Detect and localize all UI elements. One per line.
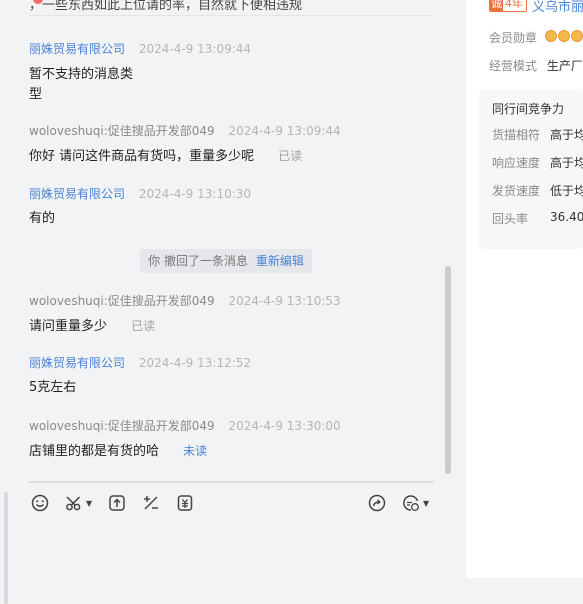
message-time: 2024-4-9 13:30:00	[228, 419, 341, 433]
message-item: woloveshuqi:促佳搜品开发部049 2024-4-9 13:09:44…	[29, 122, 434, 167]
sender-name: woloveshuqi:促佳搜品开发部049	[29, 419, 215, 433]
emoji-icon	[31, 494, 49, 512]
message-item: 丽姝贸易有限公司 2024-4-9 13:12:52 5克左右	[29, 354, 434, 398]
scissors-icon	[66, 496, 81, 511]
member-medal-row: 会员勋章	[489, 29, 537, 46]
left-resize-strip[interactable]	[4, 492, 8, 604]
compete-label: 货描相符	[492, 128, 541, 142]
compete-value: 36.40%	[550, 210, 583, 224]
compete-label: 响应速度	[492, 156, 541, 170]
upload-icon	[109, 495, 125, 511]
medal-icon	[545, 30, 557, 42]
chat-scrollbar[interactable]	[445, 266, 451, 474]
chevron-down-icon: ▼	[423, 498, 430, 508]
message-item: 丽姝贸易有限公司 2024-4-9 13:10:30 有的	[29, 185, 434, 229]
compete-value: 高于均	[550, 156, 583, 170]
order-button[interactable]	[175, 492, 195, 514]
message-text: 5克左右	[29, 380, 77, 395]
upload-file-button[interactable]	[107, 492, 127, 514]
message-time: 2024-4-9 13:10:53	[228, 294, 341, 308]
badge-prefix: 诚	[490, 0, 503, 11]
shop-location-link[interactable]: 义乌市丽	[532, 0, 583, 15]
toolbar-divider	[29, 481, 434, 483]
message-item: woloveshuqi:促佳搜品开发部049 2024-4-9 13:10:53…	[29, 292, 434, 337]
chat-history-button[interactable]: ▼	[401, 492, 429, 514]
history-icon	[403, 495, 419, 511]
business-mode-label: 经营模式	[489, 59, 538, 73]
recall-text: 你 撤回了一条消息	[148, 254, 248, 268]
chevron-down-icon: ▼	[86, 498, 93, 508]
read-status: 已读	[131, 319, 156, 333]
medal-icons	[545, 30, 583, 42]
medal-icon	[571, 30, 583, 42]
compete-value: 高于均	[550, 128, 583, 142]
member-medal-label: 会员勋章	[489, 31, 538, 45]
recall-notice: 你 撤回了一条消息 重新编辑	[140, 249, 312, 273]
read-status: 已读	[278, 149, 303, 163]
message-text: 店铺里的都是有货的哈	[29, 444, 160, 459]
emoji-button[interactable]	[30, 492, 50, 514]
message-time: 2024-4-9 13:12:52	[138, 356, 252, 370]
competitiveness-title: 同行间竞争力	[492, 102, 565, 116]
message-time: 2024-4-9 13:09:44	[228, 124, 341, 138]
message-text: 你好 请问这件商品有货吗，重量多少呢	[29, 149, 255, 164]
compete-value: 低于均	[550, 184, 583, 198]
membership-years-badge: 诚 4年	[489, 0, 527, 12]
compete-row: 发货速度 低于均	[492, 182, 583, 199]
medal-icon	[558, 30, 570, 42]
chat-panel: ，一些东西如此上位请的率，自然就下便相违规 丽姝贸易有限公司 2024-4-9 …	[0, 0, 453, 604]
sender-name[interactable]: 丽姝贸易有限公司	[29, 187, 125, 201]
panel-gap	[466, 578, 583, 604]
sender-name: woloveshuqi:促佳搜品开发部049	[29, 294, 215, 308]
message-text: 暂不支持的消息类	[29, 67, 134, 82]
message-text: 有的	[29, 211, 56, 226]
business-mode-row: 经营模式 生产厂家	[489, 57, 583, 74]
message-text: 请问重量多少	[29, 319, 108, 334]
sender-name[interactable]: 丽姝贸易有限公司	[29, 356, 125, 370]
sender-name: woloveshuqi:促佳搜品开发部049	[29, 124, 215, 138]
forward-button[interactable]	[367, 492, 387, 514]
formula-button[interactable]	[141, 492, 161, 514]
forward-icon	[368, 494, 386, 512]
compete-label: 回头率	[492, 212, 529, 226]
previous-message-text: ，一些东西如此上位请的率，自然就下便相违规	[29, 0, 303, 13]
sender-name[interactable]: 丽姝贸易有限公司	[29, 42, 125, 56]
business-mode-value: 生产厂家	[546, 59, 583, 73]
screenshot-button[interactable]: ▼	[64, 492, 92, 514]
message-item: woloveshuqi:促佳搜品开发部049 2024-4-9 13:30:00…	[29, 417, 434, 462]
message-text: 型	[29, 87, 43, 102]
previous-message-fragment: ，一些东西如此上位请的率，自然就下便相违规	[29, 0, 434, 16]
compete-label: 发货速度	[492, 184, 541, 198]
compete-row: 货描相符 高于均	[492, 126, 583, 143]
unread-status: 未读	[183, 444, 208, 458]
formula-icon	[144, 496, 158, 510]
message-time: 2024-4-9 13:10:30	[138, 187, 252, 201]
message-time: 2024-4-9 13:09:44	[138, 42, 252, 56]
message-item: 丽姝贸易有限公司 2024-4-9 13:09:44 暂不支持的消息类 型	[29, 40, 434, 105]
receipt-icon	[177, 495, 193, 511]
compete-row: 回头率 36.40%	[492, 210, 583, 227]
compete-row: 响应速度 高于均	[492, 154, 583, 171]
re-edit-link[interactable]: 重新编辑	[256, 254, 304, 268]
badge-years: 4年	[505, 0, 523, 10]
